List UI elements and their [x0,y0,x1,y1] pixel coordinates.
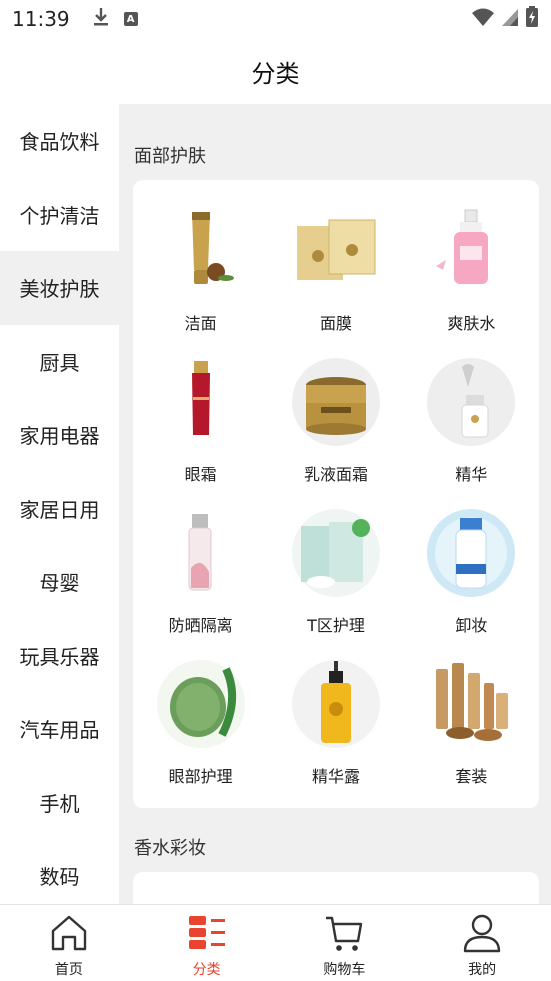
subcategory-label: T区护理 [307,616,365,635]
sidebar-item-auto[interactable]: 汽车用品 [0,692,119,766]
subcategory-label: 精华露 [311,767,360,786]
battery-charging-icon [525,6,539,32]
subcategory-label: 防晒隔离 [168,616,233,635]
sidebar-item-beauty-skincare[interactable]: 美妆护肤 [0,251,119,325]
subcategory-eye-care[interactable]: 眼部护理 [133,647,268,798]
subcategory-essence[interactable]: 精华露 [268,647,403,798]
sidebar-item-personal-care[interactable]: 个护清洁 [0,178,119,252]
cart-icon [324,913,364,957]
status-system-icons [471,6,539,32]
subcategory-cleanser[interactable]: 洁面 [133,194,268,345]
sidebar-item-label: 手机 [39,791,80,816]
profile-icon [462,913,502,957]
nav-label: 首页 [54,962,83,978]
sunscreen-bottle-icon [156,508,246,598]
sidebar-item-label: 汽车用品 [19,718,100,743]
subcategory-label: 精华 [455,465,488,484]
cream-jar-icon [291,357,381,447]
nav-label: 购物车 [323,962,366,978]
wifi-icon [471,7,495,31]
subcategory-eye-cream[interactable]: 眼霜 [133,345,268,496]
subcategory-face-mask[interactable]: 面膜 [268,194,403,345]
sidebar-item-appliances[interactable]: 家用电器 [0,398,119,472]
sidebar-item-kitchenware[interactable]: 厨具 [0,325,119,399]
category-icon [187,913,227,957]
sidebar-item-label: 母婴 [39,571,80,596]
toner-bottle-icon [426,206,516,296]
status-notifications: A [92,7,138,31]
subcategory-label: 爽肤水 [447,314,496,333]
subcategory-label: 面膜 [319,314,352,333]
subcategory-label: 洁面 [184,314,217,333]
subcategory-label: 套装 [455,767,488,786]
sidebar-item-label: 美妆护肤 [19,277,100,302]
category-content: 面部护肤 洁面 面膜 爽肤水 眼霜 乳液面霜 精华 防晒隔离 T区护理 卸妆 眼… [119,104,551,904]
subcategory-label: 眼霜 [184,465,217,484]
sidebar-item-household[interactable]: 家居日用 [0,472,119,546]
sidebar-item-digital[interactable]: 数码 [0,839,119,904]
page-title: 分类 [251,59,300,88]
nav-profile[interactable]: 我的 [413,905,551,981]
section-title: 香水彩妆 [134,838,206,859]
skincare-set-icon [426,659,516,749]
face-mask-pack-icon [291,206,381,296]
app-header: 分类 [0,38,551,104]
subcategory-label: 眼部护理 [168,767,233,786]
subcategory-toner[interactable]: 爽肤水 [404,194,539,345]
nav-label: 分类 [192,962,221,978]
signal-icon [501,7,519,31]
sidebar-item-phones[interactable]: 手机 [0,766,119,840]
home-icon [49,913,89,957]
sidebar-item-food-drink[interactable]: 食品饮料 [0,104,119,178]
sidebar-item-label: 玩具乐器 [19,644,100,669]
sidebar-item-label: 厨具 [39,350,80,375]
subcategory-t-zone-care[interactable]: T区护理 [268,496,403,647]
status-time: 11:39 [12,7,70,31]
app-notification-icon: A [123,12,138,26]
nav-home[interactable]: 首页 [0,905,138,981]
category-sidebar: 食品饮料 个护清洁 美妆护肤 厨具 家用电器 家居日用 母婴 玩具乐器 汽车用品… [0,104,119,904]
eye-patch-icon [156,659,246,749]
subcategory-lotion-cream[interactable]: 乳液面霜 [268,345,403,496]
nav-label: 我的 [468,962,497,978]
sidebar-item-mother-baby[interactable]: 母婴 [0,545,119,619]
nav-category[interactable]: 分类 [138,905,276,981]
status-bar: 11:39 A [0,0,551,38]
sidebar-item-label: 家居日用 [19,497,100,522]
subcategory-sunscreen[interactable]: 防晒隔离 [133,496,268,647]
nose-strip-pack-icon [291,508,381,598]
subcategory-grid-partial [133,872,539,904]
subcategory-makeup-remover[interactable]: 卸妆 [404,496,539,647]
subcategory-grid: 洁面 面膜 爽肤水 眼霜 乳液面霜 精华 防晒隔离 T区护理 卸妆 眼部护理 精… [133,180,539,808]
download-icon [92,7,110,31]
subcategory-set[interactable]: 套装 [404,647,539,798]
sidebar-item-label: 个护清洁 [19,203,100,228]
makeup-remover-icon [426,508,516,598]
essence-bottle-icon [291,659,381,749]
bottom-nav: 首页 分类 购物车 我的 [0,904,551,981]
sidebar-item-label: 家用电器 [19,424,100,449]
eye-cream-tube-icon [156,357,246,447]
cleanser-tube-icon [156,206,246,296]
subcategory-label: 乳液面霜 [303,465,368,484]
subcategory-serum[interactable]: 精华 [404,345,539,496]
section-title: 面部护肤 [134,146,206,167]
sidebar-item-label: 食品饮料 [19,130,100,155]
serum-dropper-icon [426,357,516,447]
nav-cart[interactable]: 购物车 [276,905,414,981]
sidebar-item-label: 数码 [39,865,80,890]
sidebar-item-toys-instruments[interactable]: 玩具乐器 [0,619,119,693]
subcategory-label: 卸妆 [455,616,488,635]
